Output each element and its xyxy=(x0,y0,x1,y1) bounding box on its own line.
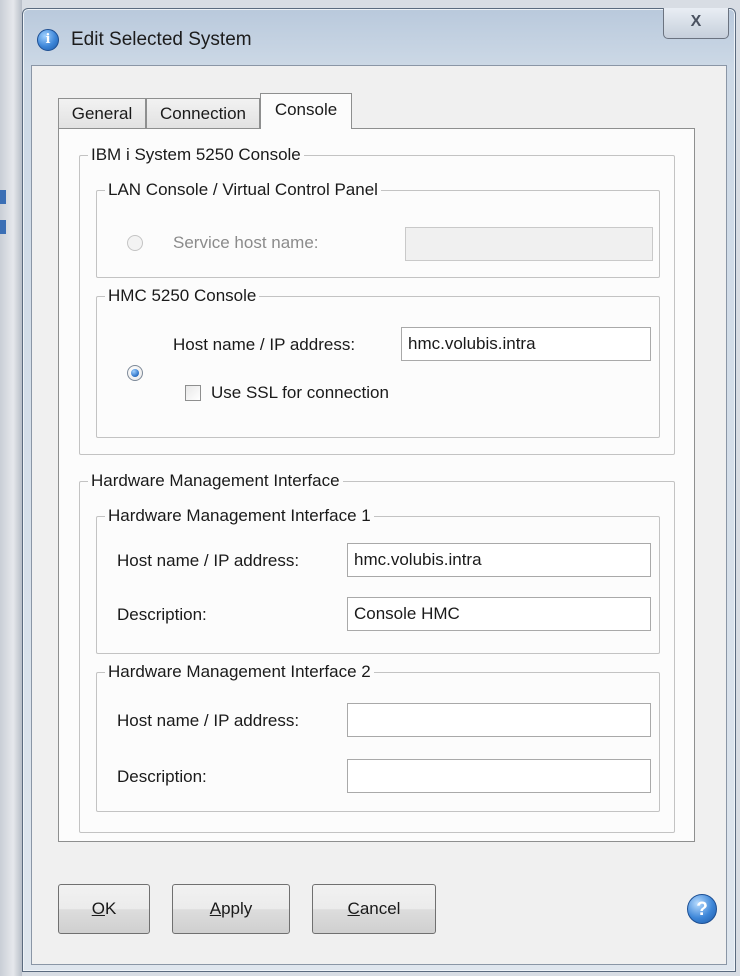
desktop-marker xyxy=(0,190,6,204)
hmi-1-description-label: Description: xyxy=(117,605,207,624)
hmc-console-group: HMC 5250 Console Host name / IP address:… xyxy=(96,286,660,438)
cancel-mnemonic: C xyxy=(347,899,360,918)
apply-label-rest: pply xyxy=(221,899,253,918)
apply-mnemonic: A xyxy=(209,899,222,918)
hmi-2-description-label: Description: xyxy=(117,767,207,786)
console-group-title: IBM i System 5250 Console xyxy=(88,145,304,165)
console-group: IBM i System 5250 Console LAN Console / … xyxy=(79,145,675,455)
tab-console[interactable]: Console xyxy=(260,93,352,129)
hmi-2-host-input[interactable] xyxy=(347,703,651,737)
console-tab-panel: IBM i System 5250 Console LAN Console / … xyxy=(58,128,695,842)
desktop-marker xyxy=(0,220,6,234)
hmc-host-input[interactable]: hmc.volubis.intra xyxy=(401,327,651,361)
hmi-group: Hardware Management Interface Hardware M… xyxy=(79,471,675,833)
tab-connection[interactable]: Connection xyxy=(146,98,260,128)
hmc-host-label: Host name / IP address: xyxy=(173,335,356,354)
hmi-group-title: Hardware Management Interface xyxy=(88,471,343,491)
hmi-2-title: Hardware Management Interface 2 xyxy=(105,662,374,682)
use-ssl-checkbox[interactable] xyxy=(185,385,201,401)
desktop-backdrop xyxy=(0,0,22,976)
cancel-label-rest: ancel xyxy=(359,899,401,918)
hmc-console-radio[interactable] xyxy=(127,365,143,381)
apply-button[interactable]: Apply xyxy=(172,884,290,934)
hmi-2-description-input[interactable] xyxy=(347,759,651,793)
service-host-input[interactable] xyxy=(405,227,653,261)
lan-console-radio[interactable] xyxy=(127,235,143,251)
hmc-console-title: HMC 5250 Console xyxy=(105,286,260,306)
lan-console-title: LAN Console / Virtual Control Panel xyxy=(105,180,381,200)
use-ssl-label: Use SSL for connection xyxy=(211,383,389,402)
title-bar[interactable]: i Edit Selected System X xyxy=(23,8,735,67)
edit-system-dialog: i Edit Selected System X General Connect… xyxy=(22,8,736,972)
hmi-1-host-label: Host name / IP address: xyxy=(117,551,300,570)
ok-label-rest: K xyxy=(104,899,117,918)
hmi-1-description-input[interactable]: Console HMC xyxy=(347,597,651,631)
service-host-label: Service host name: xyxy=(173,233,319,252)
ok-button[interactable]: OK xyxy=(58,884,150,934)
dialog-client-area: General Connection Console IBM i System … xyxy=(31,65,727,965)
hmi-1-host-input[interactable]: hmc.volubis.intra xyxy=(347,543,651,577)
hmi-1-title: Hardware Management Interface 1 xyxy=(105,506,374,526)
lan-console-group: LAN Console / Virtual Control Panel Serv… xyxy=(96,180,660,278)
cancel-button[interactable]: Cancel xyxy=(312,884,436,934)
hmi-2-host-label: Host name / IP address: xyxy=(117,711,300,730)
hmi-1-group: Hardware Management Interface 1 Host nam… xyxy=(96,506,660,654)
window-title: Edit Selected System xyxy=(71,29,252,50)
ok-mnemonic: O xyxy=(91,899,105,918)
close-button[interactable]: X xyxy=(663,8,729,39)
tab-general[interactable]: General xyxy=(58,98,146,128)
hmi-2-group: Hardware Management Interface 2 Host nam… xyxy=(96,662,660,812)
info-icon: i xyxy=(37,29,59,51)
help-icon[interactable]: ? xyxy=(687,894,717,924)
